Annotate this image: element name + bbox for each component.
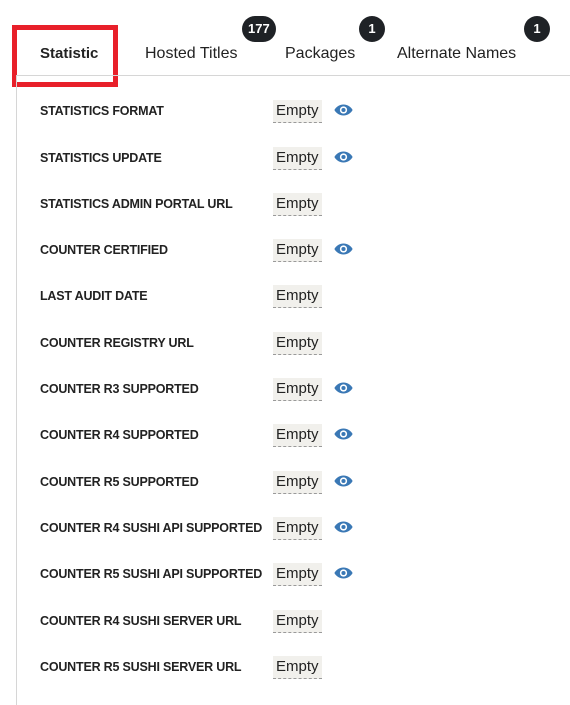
field-label: COUNTER R4 SUPPORTED bbox=[40, 428, 199, 442]
field-label: COUNTER R5 SUSHI API SUPPORTED bbox=[40, 567, 263, 581]
field-row: COUNTER R4 SUSHI SERVER URL Empty bbox=[40, 610, 560, 634]
tab-bar: Statistic Hosted Titles 177 Packages 1 A… bbox=[0, 0, 570, 87]
field-value-editable[interactable]: Empty bbox=[273, 285, 322, 308]
field-value-editable[interactable]: Empty bbox=[273, 147, 322, 170]
field-row: COUNTER REGISTRY URL Empty bbox=[40, 332, 560, 356]
alternate-names-count-badge: 1 bbox=[524, 16, 550, 42]
tab-hosted-titles[interactable]: Hosted Titles bbox=[145, 44, 237, 64]
field-label: STATISTICS FORMAT bbox=[40, 104, 164, 118]
field-value-editable[interactable]: Empty bbox=[273, 378, 322, 401]
field-label: STATISTICS UPDATE bbox=[40, 151, 162, 165]
field-label: COUNTER REGISTRY URL bbox=[40, 336, 194, 350]
field-label: COUNTER R4 SUSHI API SUPPORTED bbox=[40, 521, 263, 535]
packages-count-badge: 1 bbox=[359, 16, 385, 42]
field-value-editable[interactable]: Empty bbox=[273, 332, 322, 355]
field-label: COUNTER CERTIFIED bbox=[40, 243, 168, 257]
eye-icon[interactable] bbox=[334, 381, 353, 395]
statistic-fields: STATISTICS FORMAT Empty STATISTICS UPDATE E… bbox=[0, 76, 570, 705]
field-value-editable[interactable]: Empty bbox=[273, 100, 322, 123]
eye-icon[interactable] bbox=[334, 242, 353, 256]
eye-icon[interactable] bbox=[334, 427, 353, 441]
eye-icon[interactable] bbox=[334, 566, 353, 580]
content-left-border bbox=[16, 76, 17, 705]
field-row: COUNTER R4 SUSHI API SUPPORTED Empty bbox=[40, 517, 560, 541]
field-row: STATISTICS ADMIN PORTAL URL Empty bbox=[40, 193, 560, 217]
tab-statistic[interactable]: Statistic bbox=[40, 44, 98, 64]
field-value-editable[interactable]: Empty bbox=[273, 239, 322, 262]
field-row: LAST AUDIT DATE Empty bbox=[40, 285, 560, 309]
field-label: COUNTER R3 SUPPORTED bbox=[40, 382, 199, 396]
field-row: COUNTER R3 SUPPORTED Empty bbox=[40, 378, 560, 402]
field-value-editable[interactable]: Empty bbox=[273, 656, 322, 679]
field-value-editable[interactable]: Empty bbox=[273, 610, 322, 633]
tab-packages[interactable]: Packages bbox=[285, 44, 355, 64]
field-row: STATISTICS FORMAT Empty bbox=[40, 100, 560, 124]
field-row: COUNTER R5 SUPPORTED Empty bbox=[40, 471, 560, 495]
field-value-editable[interactable]: Empty bbox=[273, 471, 322, 494]
field-label: COUNTER R5 SUPPORTED bbox=[40, 475, 199, 489]
field-label: COUNTER R4 SUSHI SERVER URL bbox=[40, 614, 242, 628]
field-label: STATISTICS ADMIN PORTAL URL bbox=[40, 197, 233, 211]
eye-icon[interactable] bbox=[334, 520, 353, 534]
field-row: COUNTER CERTIFIED Empty bbox=[40, 239, 560, 263]
field-row: COUNTER R4 SUPPORTED Empty bbox=[40, 424, 560, 448]
field-row: COUNTER R5 SUSHI API SUPPORTED Empty bbox=[40, 563, 560, 587]
eye-icon[interactable] bbox=[334, 474, 353, 488]
hosted-titles-count-badge: 177 bbox=[242, 16, 276, 42]
eye-icon[interactable] bbox=[334, 103, 353, 117]
field-row: STATISTICS UPDATE Empty bbox=[40, 147, 560, 171]
tab-alternate-names[interactable]: Alternate Names bbox=[397, 44, 516, 64]
statistic-panel: Statistic Hosted Titles 177 Packages 1 A… bbox=[0, 0, 570, 705]
field-row: COUNTER R5 SUSHI SERVER URL Empty bbox=[40, 656, 560, 680]
field-value-editable[interactable]: Empty bbox=[273, 517, 322, 540]
field-value-editable[interactable]: Empty bbox=[273, 563, 322, 586]
field-label: COUNTER R5 SUSHI SERVER URL bbox=[40, 660, 242, 674]
field-value-editable[interactable]: Empty bbox=[273, 424, 322, 447]
field-value-editable[interactable]: Empty bbox=[273, 193, 322, 216]
field-label: LAST AUDIT DATE bbox=[40, 289, 148, 303]
eye-icon[interactable] bbox=[334, 150, 353, 164]
